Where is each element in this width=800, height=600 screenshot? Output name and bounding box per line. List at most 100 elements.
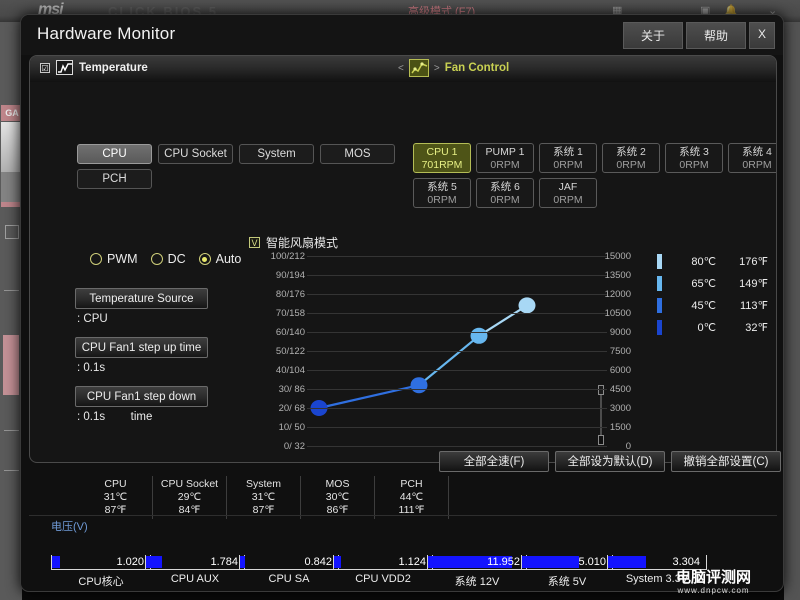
- fan-button-sys6[interactable]: 系统 6 0RPM: [476, 178, 534, 208]
- fan-button-pump1[interactable]: PUMP 1 0RPM: [476, 143, 534, 173]
- dialog-title: Hardware Monitor: [37, 24, 176, 43]
- undo-all-button[interactable]: 撤销全部设置(C): [671, 451, 781, 472]
- temperature-source-row-2: PCH: [77, 169, 395, 189]
- help-button[interactable]: 帮助: [686, 22, 746, 49]
- fan-button-sys2[interactable]: 系统 2 0RPM: [602, 143, 660, 173]
- legend-row: 80℃ 176℉ 100%: [657, 250, 776, 272]
- fan-rpm: 0RPM: [427, 194, 457, 206]
- sensor-pch: PCH 44℃ 111℉: [375, 475, 449, 519]
- about-button[interactable]: 关于: [623, 22, 683, 49]
- y-tick-left: 0/ 32: [278, 441, 305, 452]
- fan-name: JAF: [558, 181, 578, 193]
- voltage-value: 1.020: [116, 556, 144, 568]
- panel-header: ☑ Temperature < > Fan Control: [30, 56, 776, 82]
- fan-button-sys1[interactable]: 系统 1 0RPM: [539, 143, 597, 173]
- voltage-track: 1.784: [145, 555, 245, 570]
- chart-legend: 80℃ 176℉ 100% 65℃ 149℉ 70% 45℃ 113℉: [657, 250, 776, 338]
- temp-tab-cpu-socket[interactable]: CPU Socket: [158, 144, 233, 164]
- gridline: [307, 256, 607, 257]
- gridline: [307, 294, 607, 295]
- bios-rail-block-1: [1, 122, 21, 172]
- next-arrow-icon[interactable]: >: [434, 63, 440, 74]
- fan-control-section-header: < > Fan Control: [398, 59, 509, 77]
- step-up-time-field[interactable]: CPU Fan1 step up time: [75, 337, 208, 358]
- y-tick-right: 12000: [604, 289, 631, 300]
- voltage-fill: [240, 556, 245, 568]
- legend-row: 65℃ 149℉ 70%: [657, 272, 776, 294]
- watermark-line1: 电脑评测网: [676, 569, 752, 586]
- legend-celsius: 45℃: [691, 299, 716, 312]
- bios-rail-line-2: [4, 430, 19, 431]
- window-buttons: 关于 帮助 X: [623, 22, 775, 49]
- curve-point-1[interactable]: [410, 377, 428, 394]
- temperature-section-title: Temperature: [79, 61, 148, 74]
- voltage-track: 1.020: [51, 555, 151, 570]
- prev-arrow-icon[interactable]: <: [398, 63, 404, 74]
- sensor-name: CPU: [104, 477, 127, 490]
- bios-rail-block-5: [3, 335, 19, 395]
- close-button[interactable]: X: [749, 22, 775, 49]
- legend-celsius: 65℃: [691, 277, 716, 290]
- fan-name: 系统 5: [427, 181, 457, 193]
- curve-point-2[interactable]: [470, 327, 488, 344]
- gridline: [307, 351, 607, 352]
- voltage-track: 1.124: [333, 555, 433, 570]
- y-tick-left: 70/158: [273, 308, 305, 319]
- fan-selector-buttons: CPU 1 701RPM PUMP 1 0RPM 系统 1 0RPM 系统 2 …: [413, 143, 776, 213]
- watermark: 电脑评测网 www.dnpcw.com: [676, 566, 751, 595]
- sensor-name: CPU Socket: [160, 477, 219, 490]
- voltage-section-title: 电压(V): [51, 521, 88, 533]
- temperature-source-value: : CPU: [77, 313, 108, 325]
- voltage-label: 系统 5V: [547, 576, 587, 588]
- bios-rail-block-4: [5, 225, 19, 239]
- voltage-fill: [52, 556, 60, 568]
- temperature-source-row-1: CPU CPU Socket System MOS: [77, 144, 395, 164]
- fan-button-jaf[interactable]: JAF 0RPM: [539, 178, 597, 208]
- step-down-time-field[interactable]: CPU Fan1 step down time: [75, 386, 208, 423]
- curve-point-3[interactable]: [518, 297, 536, 314]
- y-tick-left: 80/176: [273, 289, 305, 300]
- temperature-checkbox[interactable]: ☑: [40, 62, 50, 73]
- fan-button-sys5[interactable]: 系统 5 0RPM: [413, 178, 471, 208]
- legend-row: 0℃ 32℉ 20%: [657, 316, 776, 338]
- temp-tab-mos[interactable]: MOS: [320, 144, 395, 164]
- voltage-item: 1.784 CPU AUX: [145, 555, 245, 585]
- gridline: [307, 332, 607, 333]
- sensor-system: System 31℃ 87℉: [227, 475, 301, 519]
- temp-tab-cpu[interactable]: CPU: [77, 144, 152, 164]
- radio-pwm-label: PWM: [107, 252, 138, 266]
- radio-pwm[interactable]: [90, 253, 102, 265]
- radio-dc[interactable]: [150, 253, 163, 265]
- sensor-celsius: 44℃: [399, 490, 424, 503]
- temperature-source-buttons: CPU CPU Socket System MOS PCH: [77, 144, 395, 194]
- fan-name: 系统 3: [679, 146, 709, 158]
- temperature-source-field[interactable]: Temperature Source: [75, 288, 208, 309]
- all-full-speed-button[interactable]: 全部全速(F): [439, 451, 549, 472]
- fan-rpm: 0RPM: [553, 159, 583, 171]
- gridline: [307, 446, 607, 447]
- fan-button-cpu1[interactable]: CPU 1 701RPM: [413, 143, 471, 173]
- bios-rail-block-2: [1, 172, 21, 202]
- sensor-mos: MOS 30℃ 86℉: [301, 475, 375, 519]
- fan-row-2: 系统 5 0RPM 系统 6 0RPM JAF 0RPM: [413, 178, 776, 208]
- voltage-label: 系统 12V: [454, 576, 500, 588]
- chart-y-axis-left: 100/212 90/194 80/176 70/158 60/140 50/1…: [249, 251, 305, 454]
- fan-button-sys3[interactable]: 系统 3 0RPM: [665, 143, 723, 173]
- all-default-button[interactable]: 全部设为默认(D): [555, 451, 665, 472]
- legend-celsius: 0℃: [697, 321, 716, 334]
- temp-tab-system[interactable]: System: [239, 144, 314, 164]
- fan-button-sys4[interactable]: 系统 4 0RPM: [728, 143, 776, 173]
- y-tick-left: 100/212: [270, 251, 305, 262]
- bios-rail-line-3: [4, 470, 19, 471]
- voltage-label: CPU核心: [78, 576, 124, 588]
- radio-auto-label: Auto: [215, 252, 242, 266]
- radio-auto[interactable]: [198, 253, 211, 265]
- hardware-monitor-dialog: Hardware Monitor 关于 帮助 X ☑ Temperature <…: [20, 14, 784, 592]
- monitor-panel: ☑ Temperature < > Fan Control CPU CPU So…: [29, 55, 777, 463]
- voltage-value: 5.010: [578, 556, 606, 568]
- temp-tab-pch[interactable]: PCH: [77, 169, 152, 189]
- chart-grid: [307, 256, 607, 454]
- smart-fan-mode-checkbox[interactable]: V: [249, 237, 260, 248]
- y-tick-right: 9000: [609, 327, 631, 338]
- fan-rpm: 0RPM: [490, 159, 520, 171]
